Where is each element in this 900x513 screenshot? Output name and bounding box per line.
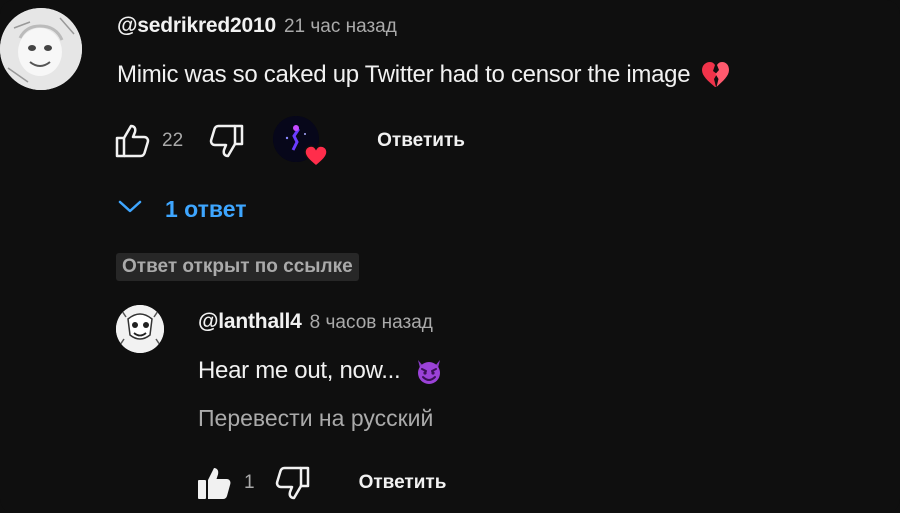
thumbs-up-filled-icon xyxy=(198,468,231,499)
heart-icon xyxy=(303,144,329,168)
creator-heart-icon xyxy=(273,116,328,167)
dislike-button[interactable] xyxy=(271,461,315,505)
reply-header: @lanthall4 8 часов назад xyxy=(198,310,433,334)
thumbs-down-icon xyxy=(209,124,244,158)
thumbs-down-icon xyxy=(275,466,309,500)
thumbs-up-icon xyxy=(115,124,150,158)
comment-author[interactable]: @sedrikred2010 xyxy=(117,14,276,38)
like-button[interactable] xyxy=(192,461,236,505)
translate-link[interactable]: Перевести на русский xyxy=(198,405,433,432)
dislike-button[interactable] xyxy=(205,119,249,163)
like-count: 1 xyxy=(244,472,255,493)
comment-thread: @sedrikred2010 21 час назад Mimic was so… xyxy=(0,0,900,513)
smiling-imp-icon xyxy=(414,356,444,386)
comment-header: @sedrikred2010 21 час назад xyxy=(117,14,397,38)
reply-text: Hear me out, now... xyxy=(198,357,401,384)
like-button[interactable] xyxy=(110,119,154,163)
reply-actions: 1 Ответить xyxy=(192,460,446,506)
replies-toggle[interactable]: 1 ответ xyxy=(117,196,247,223)
comment-time[interactable]: 21 час назад xyxy=(284,16,397,38)
like-count: 22 xyxy=(162,130,184,151)
comment-body: Mimic was so caked up Twitter had to cen… xyxy=(117,60,730,90)
broken-heart-icon xyxy=(700,60,730,90)
replies-count-label: 1 ответ xyxy=(165,196,247,222)
comment-text: Mimic was so caked up Twitter had to cen… xyxy=(117,61,691,88)
chevron-down-icon xyxy=(117,199,143,220)
comment-actions: 22 Ответить xyxy=(110,116,465,167)
reply-author[interactable]: @lanthall4 xyxy=(198,310,302,334)
reply-time[interactable]: 8 часов назад xyxy=(310,312,433,334)
reply-body: Hear me out, now... xyxy=(198,356,444,386)
reply-button[interactable]: Ответить xyxy=(377,130,465,152)
reply-button[interactable]: Ответить xyxy=(359,472,447,494)
avatar-image xyxy=(116,305,164,353)
reply-avatar[interactable] xyxy=(116,305,164,353)
linked-reply-badge: Ответ открыт по ссылке xyxy=(116,253,359,281)
avatar-image xyxy=(0,8,82,90)
avatar[interactable] xyxy=(0,8,82,90)
